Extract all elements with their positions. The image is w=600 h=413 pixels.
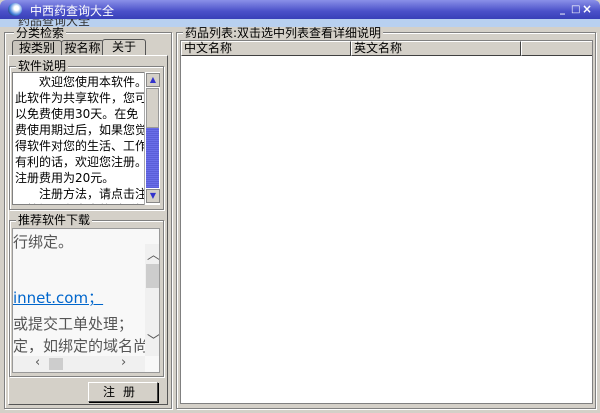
category-search-title: 分类检索: [14, 27, 67, 39]
title-bar: 中西药查询大全 _ □ ×: [0, 0, 600, 19]
column-header-english-name[interactable]: 英文名称: [351, 41, 521, 56]
recommend-link[interactable]: innet.com；: [13, 287, 103, 308]
window-title: 中西药查询大全: [30, 4, 115, 18]
recommend-line: 定，如绑定的域名尚:: [13, 337, 154, 355]
recommend-browser[interactable]: 行绑定。 innet.com； 或提交工单处理； 定，如绑定的域名尚: ︿ ﹀ …: [12, 228, 160, 373]
scroll-down-icon[interactable]: ▼: [146, 189, 160, 203]
recommend-title: 推荐软件下载: [16, 214, 93, 226]
scroll-up-icon[interactable]: ▲: [146, 73, 160, 87]
description-text: 欢迎您使用本软件。此软件为共享软件，您可以免费使用30天。在免费使用期过后，如果…: [12, 72, 160, 205]
tab-by-category[interactable]: 按类别: [12, 40, 62, 55]
maximize-button[interactable]: □: [571, 4, 580, 15]
minimize-button[interactable]: _: [560, 4, 565, 15]
chevron-right-icon[interactable]: ›: [121, 355, 126, 370]
recommend-line: 或提交工单处理；: [13, 315, 134, 333]
chevron-down-icon[interactable]: ﹀: [147, 330, 159, 349]
drug-list[interactable]: 中文名称 英文名称: [180, 40, 593, 404]
recommend-line: 行绑定。: [13, 233, 74, 251]
tab-about[interactable]: 关于: [102, 39, 146, 56]
description-paragraph: 注册方法，请点击注册按钮，在出来的对话框: [15, 187, 148, 204]
description-scrollbar[interactable]: ▲ ▼: [144, 72, 160, 205]
column-header-chinese-name[interactable]: 中文名称: [181, 41, 351, 56]
scroll-thumb[interactable]: [146, 264, 159, 288]
tab-by-name[interactable]: 按名称: [61, 40, 104, 55]
chevron-left-icon[interactable]: ‹: [35, 355, 40, 370]
scroll-thumb[interactable]: [146, 88, 159, 128]
close-button[interactable]: ×: [582, 2, 592, 16]
about-title: 软件说明: [16, 60, 69, 72]
recommend-vscroll[interactable]: ︿ ﹀: [145, 244, 159, 356]
app-icon: [8, 3, 22, 16]
scroll-track[interactable]: [146, 128, 159, 188]
chevron-up-icon[interactable]: ︿: [147, 244, 159, 263]
menu-text: 药品查询大全: [18, 19, 91, 27]
drug-list-title: 药品列表:双击选中列表查看详细说明: [183, 27, 384, 39]
recommend-hscroll[interactable]: ‹ ›: [13, 355, 145, 372]
column-header-blank[interactable]: [521, 41, 592, 56]
scroll-thumb[interactable]: [49, 358, 63, 370]
description-paragraph: 欢迎您使用本软件。此软件为共享软件，您可以免费使用30天。在免费使用期过后，如果…: [15, 75, 148, 185]
register-button[interactable]: 注册: [88, 382, 158, 402]
menu-bar: 药品查询大全: [0, 19, 600, 27]
